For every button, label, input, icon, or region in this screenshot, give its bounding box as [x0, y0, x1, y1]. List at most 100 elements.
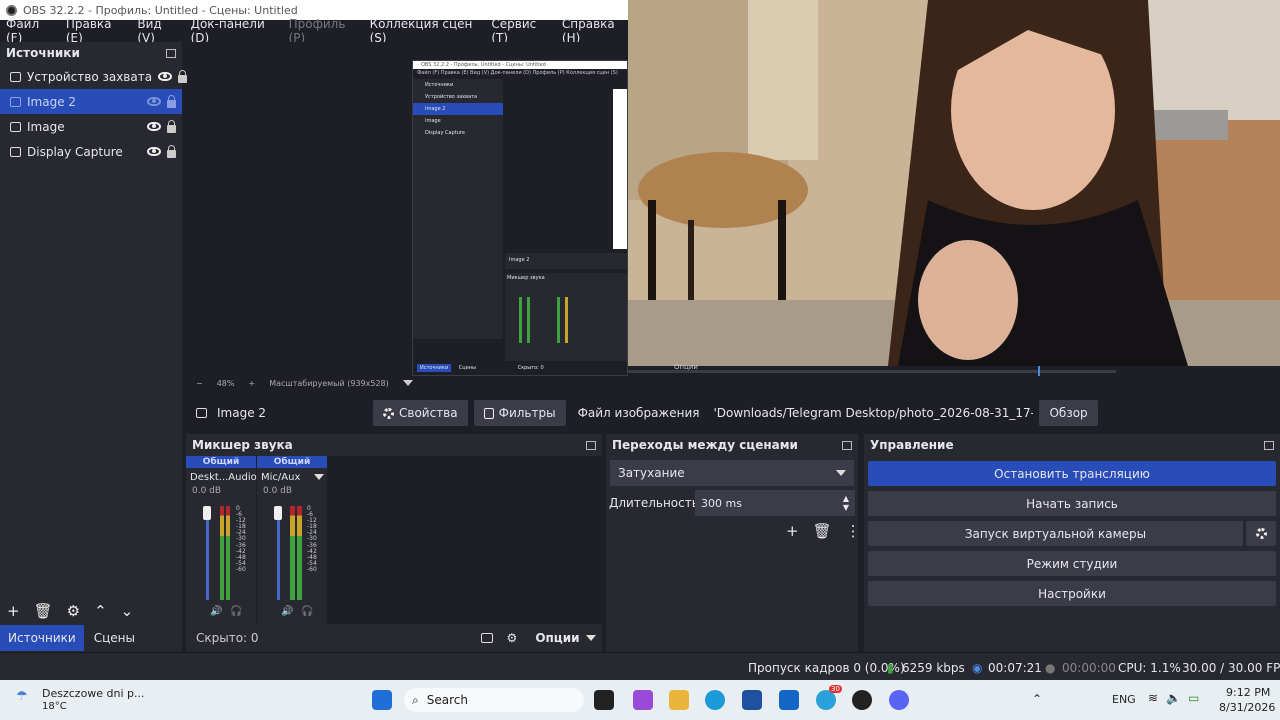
lock-icon[interactable] — [167, 119, 176, 133]
undock-icon[interactable] — [1264, 440, 1274, 450]
visibility-eye-icon[interactable] — [147, 147, 161, 156]
source-item-image[interactable]: Image — [0, 114, 182, 139]
undock-icon[interactable] — [586, 440, 596, 450]
store-icon[interactable] — [742, 690, 762, 710]
channel-name-dropdown[interactable]: Deskt...Audio — [186, 468, 271, 486]
tray-chevron-up-icon[interactable]: ⌃ — [1032, 692, 1042, 706]
telegram-icon[interactable] — [816, 690, 836, 710]
weather-rain-icon[interactable]: ☂ — [16, 689, 28, 704]
mixer-settings-icon[interactable]: ⚙ — [507, 631, 518, 645]
volume-slider-knob[interactable] — [274, 506, 282, 520]
language-indicator[interactable]: ENG — [1112, 693, 1136, 706]
undock-icon[interactable] — [166, 48, 176, 58]
overlay-options: Опции — [674, 363, 698, 371]
source-properties-bar: Image 2 Свойства Фильтры Файл изображени… — [188, 398, 1280, 428]
transition-select[interactable]: Затухание — [610, 460, 854, 486]
settings-button[interactable]: Настройки — [868, 581, 1276, 606]
task-view-icon[interactable] — [594, 690, 614, 710]
zoom-in-button[interactable]: + — [248, 379, 255, 388]
source-item-display-capture[interactable]: Display Capture — [0, 139, 182, 164]
stop-streaming-button[interactable]: Остановить трансляцию — [868, 461, 1276, 486]
zoom-out-button[interactable]: − — [196, 379, 203, 388]
source-item-image-2[interactable]: Image 2 — [0, 89, 182, 114]
visibility-eye-icon[interactable] — [158, 72, 173, 81]
scene-transitions-dock: Переходы между сценами Затухание Длитель… — [606, 434, 861, 652]
lock-icon[interactable] — [167, 144, 176, 158]
wifi-icon[interactable]: ≋ — [1148, 691, 1158, 705]
studio-mode-button[interactable]: Режим студии — [868, 551, 1276, 576]
source-item-capture-device[interactable]: Устройство захвата — [0, 64, 188, 89]
headphones-icon[interactable]: 🎧 — [301, 606, 313, 617]
obs-taskbar-icon[interactable] — [852, 690, 872, 710]
menu-tools[interactable]: Сервис (T) — [491, 17, 549, 45]
taskbar-search[interactable]: ⌕ Search — [404, 688, 584, 712]
menu-docks[interactable]: Док-панели (D) — [191, 17, 276, 45]
lock-icon[interactable] — [178, 69, 188, 83]
menu-file[interactable]: Файл (F) — [6, 17, 53, 45]
layout-icon[interactable] — [480, 633, 493, 643]
duration-input[interactable]: 300 ms ▲ ▼ — [695, 490, 855, 516]
filters-button[interactable]: Фильтры — [473, 400, 566, 426]
transition-tools: + 🗑 ⋮ — [786, 522, 861, 540]
discord-icon[interactable] — [889, 690, 909, 710]
clock-date[interactable]: 8/31/2026 — [1219, 701, 1275, 714]
level-meter — [290, 506, 295, 600]
move-down-icon[interactable]: ⌄ — [121, 602, 134, 620]
scale-tick: -60 — [307, 565, 317, 573]
duration-value: 300 ms — [701, 496, 742, 510]
record-time: 00:00:00 — [1062, 661, 1116, 675]
menu-scene-collection[interactable]: Коллекция сцен (S) — [370, 17, 479, 45]
move-up-icon[interactable]: ⌃ — [94, 602, 107, 620]
visibility-eye-icon[interactable] — [147, 122, 161, 131]
volume-icon[interactable]: 🔈 — [1166, 691, 1181, 705]
menu-view[interactable]: Вид (V) — [137, 17, 177, 45]
file-explorer-icon[interactable] — [669, 690, 689, 710]
remove-transition-icon[interactable]: 🗑 — [813, 522, 832, 540]
duration-stepper-icon[interactable]: ▲ ▼ — [843, 494, 849, 512]
outlook-icon[interactable] — [779, 690, 799, 710]
image-file-path-field[interactable]: 'Downloads/Telegram Desktop/photo_2026-0… — [707, 400, 1034, 426]
timeline-knob[interactable] — [1038, 366, 1040, 376]
start-recording-button[interactable]: Начать запись — [868, 491, 1276, 516]
image-icon — [10, 121, 21, 132]
volume-slider-track[interactable] — [277, 508, 280, 600]
start-virtual-camera-button[interactable]: Запуск виртуальной камеры — [868, 521, 1243, 546]
clock-time[interactable]: 9:12 PM — [1226, 686, 1270, 699]
weather-title[interactable]: Deszczowe dni p... — [42, 687, 145, 700]
mixer-options-button[interactable]: Опции — [535, 631, 596, 645]
more-options-icon[interactable]: ⋮ — [846, 522, 861, 540]
scale-dropdown-icon[interactable] — [402, 380, 413, 386]
browse-button[interactable]: Обзор — [1039, 400, 1098, 426]
volume-slider-track[interactable] — [206, 508, 209, 600]
properties-button[interactable]: Свойства — [373, 400, 468, 426]
copilot-icon[interactable] — [633, 690, 653, 710]
menu-help[interactable]: Справка (H) — [562, 17, 628, 45]
speaker-icon[interactable]: 🔊 — [210, 606, 222, 617]
add-transition-icon[interactable]: + — [786, 522, 799, 540]
nested-source: Устройство захвата — [425, 94, 478, 100]
channel-name-dropdown[interactable]: Mic/Aux — [257, 468, 327, 486]
windows-start-icon[interactable] — [372, 690, 392, 710]
menu-edit[interactable]: Правка (E) — [66, 17, 124, 45]
volume-slider-knob[interactable] — [203, 506, 211, 520]
channel-db: 0.0 dB — [263, 486, 293, 496]
remove-source-icon[interactable]: 🗑 — [34, 602, 53, 620]
obs-logo-icon — [6, 4, 17, 16]
add-source-icon[interactable]: + — [7, 602, 20, 620]
headphones-icon[interactable]: 🎧 — [230, 606, 242, 617]
battery-icon[interactable]: ▭ — [1188, 691, 1199, 705]
menu-profile[interactable]: Профиль (P) — [289, 17, 357, 45]
search-icon: ⌕ — [412, 692, 419, 707]
tab-scenes[interactable]: Сцены — [86, 625, 143, 651]
undock-icon[interactable] — [842, 440, 852, 450]
virtual-camera-settings-button[interactable] — [1246, 521, 1276, 546]
source-properties-gear-icon[interactable]: ⚙ — [67, 602, 80, 620]
edge-browser-icon[interactable] — [705, 690, 725, 710]
lock-icon[interactable] — [167, 94, 176, 108]
nested-tab-scenes: Сцены — [458, 365, 476, 371]
windows-taskbar: ☂ Deszczowe dni p... 18°C ⌕ Search 30 ⌃ … — [0, 680, 1280, 720]
speaker-icon[interactable]: 🔊 — [281, 606, 293, 617]
timeline-slider[interactable] — [628, 370, 1116, 373]
tab-sources[interactable]: Источники — [0, 625, 84, 651]
visibility-hidden-eye-icon[interactable] — [147, 97, 161, 106]
